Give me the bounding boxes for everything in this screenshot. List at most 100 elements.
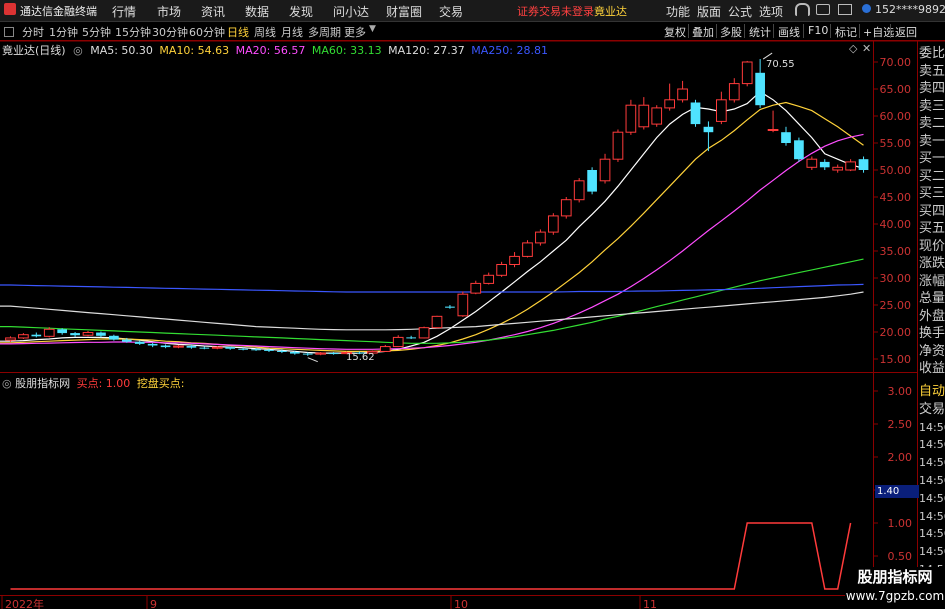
candle[interactable]: [406, 335, 416, 340]
toolbar-draw-line[interactable]: 画线: [778, 24, 800, 40]
candle[interactable]: [781, 126, 791, 146]
period-more[interactable]: 更多: [344, 24, 366, 40]
toolbar-back[interactable]: 返回: [895, 24, 917, 40]
legend-toggle-icon[interactable]: ◇: [849, 42, 857, 55]
trade-time: 14:56: [919, 491, 945, 505]
candle[interactable]: [806, 156, 818, 171]
candle[interactable]: [767, 110, 779, 133]
toolbar-rights-adjust[interactable]: 复权: [664, 24, 686, 40]
candle[interactable]: [392, 335, 404, 348]
menu-item-data[interactable]: 数据: [245, 3, 269, 20]
indicator-toggle-icon[interactable]: ◎: [2, 377, 12, 390]
candle[interactable]: [70, 332, 80, 337]
candle[interactable]: [199, 346, 210, 350]
toolbar-f10[interactable]: F10: [808, 24, 828, 37]
close-panel-icon[interactable]: ✕: [862, 42, 871, 55]
candle[interactable]: [625, 99, 637, 135]
toolbar-multi-stock[interactable]: 多股: [720, 24, 742, 40]
candle[interactable]: [716, 91, 727, 125]
menu-options[interactable]: 选项: [759, 3, 783, 20]
candle[interactable]: [445, 305, 455, 309]
user-avatar-icon[interactable]: [862, 4, 871, 13]
candle[interactable]: [664, 83, 676, 111]
toolbar-statistics[interactable]: 统计: [749, 24, 771, 40]
candle[interactable]: [638, 97, 650, 130]
candle[interactable]: [599, 153, 611, 184]
period-daily[interactable]: 日线: [227, 24, 249, 40]
user-account[interactable]: 152****9892: [875, 3, 945, 16]
indicator-name[interactable]: 股朋指标网: [15, 377, 70, 390]
menu-layout[interactable]: 版面: [697, 3, 721, 20]
login-stock[interactable]: 竟业达: [594, 3, 627, 19]
candle[interactable]: [31, 332, 42, 338]
period-weekly[interactable]: 周线: [254, 24, 276, 40]
stock-name[interactable]: 竟业达(日线): [2, 44, 66, 57]
candle[interactable]: [651, 105, 663, 127]
candle[interactable]: [483, 272, 495, 285]
mail-icon[interactable]: [838, 4, 852, 15]
quote-label: 换手: [919, 326, 945, 341]
period-monthly[interactable]: 月线: [281, 24, 303, 40]
kline-chart[interactable]: 70.00 65.00 60.00 55.00 50.00 45.00 40.00 35.00…: [0, 41, 945, 609]
candle[interactable]: [147, 342, 158, 348]
candle[interactable]: [496, 261, 507, 277]
toolbar-mark[interactable]: 标记: [835, 24, 857, 40]
candle[interactable]: [547, 213, 559, 235]
chevron-down-icon[interactable]: ▼: [369, 24, 376, 34]
menu-item-market[interactable]: 市场: [157, 3, 181, 20]
menu-item-wealth-circle[interactable]: 财富圈: [386, 3, 422, 20]
candle[interactable]: [457, 291, 469, 317]
candle[interactable]: [509, 252, 520, 268]
price-axis-label: 15.00: [880, 353, 912, 366]
period-1min[interactable]: 1分钟: [49, 24, 78, 40]
candle[interactable]: [560, 197, 572, 219]
candle[interactable]: [82, 330, 94, 337]
candle[interactable]: [819, 159, 830, 170]
candle[interactable]: [845, 159, 856, 172]
toolbar-overlay[interactable]: 叠加: [692, 24, 714, 40]
menu-formula[interactable]: 公式: [728, 3, 752, 20]
candle[interactable]: [741, 60, 753, 87]
menu-item-market-quotes[interactable]: 行情: [112, 3, 136, 20]
candle[interactable]: [858, 156, 869, 173]
period-15min[interactable]: 15分钟: [115, 24, 151, 40]
chart-legend: 竟业达(日线) ◎ MA5: 50.30 MA10: 54.63 MA20: 5…: [2, 42, 548, 58]
candle[interactable]: [109, 334, 119, 341]
menu-item-trade[interactable]: 交易: [439, 3, 463, 20]
candle[interactable]: [418, 326, 430, 339]
candle[interactable]: [794, 137, 804, 162]
menu-item-ask[interactable]: 问小达: [333, 3, 369, 20]
candle[interactable]: [173, 344, 184, 349]
menu-item-discover[interactable]: 发现: [289, 3, 313, 20]
candle[interactable]: [379, 344, 391, 352]
candle[interactable]: [587, 167, 597, 195]
menu-function[interactable]: 功能: [666, 3, 690, 20]
candle[interactable]: [328, 351, 339, 355]
candle[interactable]: [612, 129, 624, 162]
candle[interactable]: [573, 178, 585, 203]
candle[interactable]: [431, 315, 443, 329]
chat-icon[interactable]: [816, 4, 830, 15]
candle[interactable]: [522, 240, 533, 258]
candle[interactable]: [832, 164, 844, 173]
menu-item-news[interactable]: 资讯: [201, 3, 225, 20]
period-60min[interactable]: 60分钟: [189, 24, 225, 40]
period-30min[interactable]: 30分钟: [152, 24, 188, 40]
login-status[interactable]: 证券交易未登录: [517, 3, 594, 19]
legend-toggle-icon[interactable]: ◎: [73, 44, 83, 57]
period-5min[interactable]: 5分钟: [82, 24, 111, 40]
period-multi[interactable]: 多周期: [308, 24, 341, 40]
candle[interactable]: [470, 280, 482, 295]
candle[interactable]: [160, 344, 171, 349]
candle[interactable]: [755, 59, 765, 108]
candle[interactable]: [677, 80, 688, 103]
candle[interactable]: [535, 229, 546, 246]
period-intraday[interactable]: 分时: [22, 24, 44, 40]
candle[interactable]: [96, 331, 106, 338]
toolbar-collapse-icon[interactable]: [4, 27, 14, 37]
candle[interactable]: [18, 333, 29, 340]
candle[interactable]: [690, 99, 701, 127]
candle[interactable]: [134, 340, 145, 345]
candle[interactable]: [728, 78, 740, 103]
headset-icon[interactable]: [795, 3, 810, 16]
